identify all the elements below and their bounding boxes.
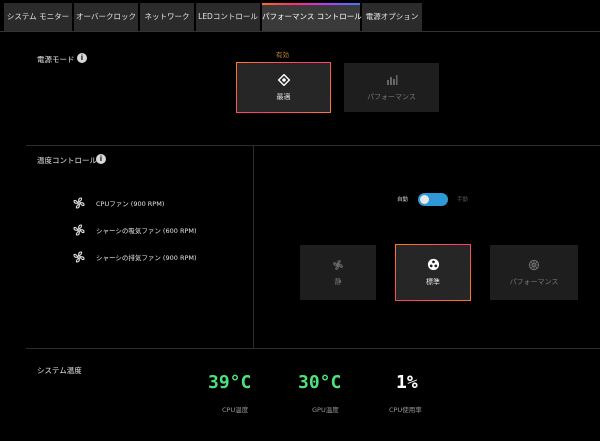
thermal-performance-label: パフォーマンス	[509, 277, 559, 286]
fan-row-cpu: CPUファン (900 RPM)	[72, 196, 164, 210]
active-tag: 有効	[276, 51, 289, 59]
toggle-manual-label: 手動	[457, 197, 469, 203]
fan-icon	[333, 259, 343, 270]
thermal-control-info-icon[interactable]: i	[96, 154, 106, 164]
cpu-usage-value: 1%	[396, 372, 418, 393]
thermal-quiet-label: 静	[334, 277, 342, 286]
cpu-temp-value: 39°C	[208, 372, 252, 393]
diamond-icon	[277, 73, 290, 86]
power-mode-performance-card[interactable]: パフォーマンス	[344, 63, 439, 112]
fan-icon	[73, 251, 85, 263]
fan-cpu-label: CPUファン (900 RPM)	[96, 200, 165, 208]
gpu-temp-value: 30°C	[298, 372, 342, 393]
tab-system-monitor[interactable]: システム モニター	[4, 3, 72, 31]
cpu-temp-caption: CPU温度	[222, 406, 249, 414]
turbo-icon	[528, 259, 540, 270]
fan-intake-label: シャーシの吸気ファン (600 RPM)	[96, 227, 197, 235]
tab-network[interactable]: ネットワーク	[140, 3, 194, 31]
tab-led-control[interactable]: LEDコントロール	[196, 3, 260, 31]
tab-performance-control[interactable]: パフォーマンス コントロール	[262, 3, 362, 31]
tab-bar-divider	[0, 31, 600, 32]
cpu-usage-caption: CPU使用率	[389, 406, 422, 414]
active-tab-indicator	[262, 3, 360, 5]
balanced-icon	[427, 258, 439, 271]
thermal-standard-label: 標準	[426, 278, 440, 286]
section-divider-2	[26, 348, 600, 349]
fan-icon	[73, 197, 85, 209]
toggle-auto-label: 自動	[397, 197, 409, 203]
power-mode-optimal-card[interactable]: 最適	[236, 62, 331, 113]
system-temp-title: システム温度	[37, 366, 82, 375]
tab-power-options[interactable]: 電源オプション	[362, 3, 422, 31]
thermal-vertical-divider	[253, 146, 254, 348]
app-window: システム モニター オーバークロック ネットワーク LEDコントロール パフォー…	[0, 0, 600, 441]
power-mode-optimal-label: 最適	[276, 92, 291, 101]
section-divider-1	[26, 145, 600, 146]
toggle-knob	[420, 195, 429, 204]
fan-row-intake: シャーシの吸気ファン (600 RPM)	[72, 223, 197, 237]
fan-exhaust-label: シャーシの排気ファン (900 RPM)	[96, 254, 197, 262]
thermal-standard-card[interactable]: 標準	[395, 244, 471, 301]
power-mode-info-icon[interactable]: i	[77, 53, 87, 63]
power-mode-title: 電源モード	[37, 55, 75, 64]
fan-icon	[73, 224, 85, 236]
thermal-control-title: 温度コントロール	[37, 156, 97, 165]
fan-row-exhaust: シャーシの排気ファン (900 RPM)	[72, 250, 197, 264]
tab-bar: システム モニター オーバークロック ネットワーク LEDコントロール パフォー…	[0, 0, 600, 32]
tab-overclock[interactable]: オーバークロック	[74, 3, 138, 31]
tab-performance-control-label: パフォーマンス コントロール	[262, 12, 362, 21]
thermal-performance-card[interactable]: パフォーマンス	[490, 245, 578, 300]
thermal-quiet-card[interactable]: 静	[300, 245, 376, 300]
auto-manual-toggle[interactable]	[418, 193, 448, 206]
bars-icon	[386, 74, 397, 85]
gpu-temp-caption: GPU温度	[312, 406, 339, 414]
power-mode-performance-label: パフォーマンス	[367, 92, 416, 101]
